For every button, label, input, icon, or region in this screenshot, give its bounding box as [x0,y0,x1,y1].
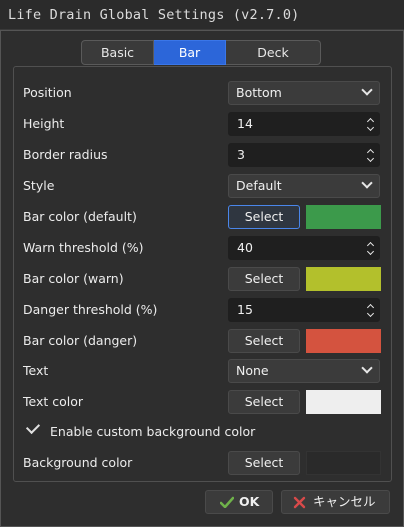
background-color-swatch [306,451,381,475]
bar-color-danger-select-button[interactable]: Select [228,329,300,353]
chevron-down-icon [361,84,373,96]
bar-color-danger-label: Bar color (danger) [23,333,138,348]
text-color-row: Text color Select [23,390,381,414]
bar-color-warn-swatch [306,267,381,291]
background-color-select-button[interactable]: Select [228,451,300,475]
style-row: Style Default [23,174,381,198]
spin-down-icon[interactable] [366,247,375,256]
border-radius-label: Border radius [23,147,108,162]
background-color-label: Background color [23,455,133,470]
window-title: Life Drain Global Settings (v2.7.0) [0,0,404,30]
bar-color-default-label: Bar color (default) [23,209,137,224]
tab-bar: Basic Bar Style Deck Defaults [81,40,321,83]
warn-threshold-value: 40 [237,240,253,255]
border-radius-row: Border radius 3 [23,143,381,167]
cancel-label: キャンセル [313,494,376,509]
height-spinbox[interactable]: 14 [228,112,380,136]
background-color-row: Background color Select [23,451,381,475]
ok-label: OK [239,494,260,509]
height-value: 14 [237,116,253,131]
border-radius-spinbox[interactable]: 3 [228,143,380,167]
text-color-select-button[interactable]: Select [228,390,300,414]
tab-basic[interactable]: Basic [81,40,154,65]
text-color-label: Text color [23,394,84,409]
close-icon [293,496,306,509]
danger-threshold-label: Danger threshold (%) [23,302,158,317]
warn-threshold-spinbox[interactable]: 40 [228,236,380,260]
text-label: Text [23,363,49,378]
bar-color-default-swatch [306,205,381,229]
style-select[interactable]: Default [228,174,380,198]
style-label: Style [23,178,55,193]
spin-down-icon[interactable] [366,154,375,163]
ok-button[interactable]: OK [205,490,273,514]
style-value: Default [236,178,282,193]
position-select[interactable]: Bottom [228,81,380,105]
ok-check-icon [220,496,234,508]
tab-deck-defaults[interactable]: Deck Defaults [226,40,321,83]
bar-color-default-select-button[interactable]: Select [228,205,300,229]
bar-color-default-row: Bar color (default) Select [23,205,381,229]
cancel-button[interactable]: キャンセル [281,490,390,514]
chevron-down-icon [361,362,373,374]
text-color-swatch [306,390,381,414]
bar-color-warn-select-button[interactable]: Select [228,267,300,291]
warn-threshold-label: Warn threshold (%) [23,240,144,255]
height-label: Height [23,116,65,131]
tab-bar-style[interactable]: Bar Style [154,40,226,83]
position-label: Position [23,85,72,100]
height-row: Height 14 [23,112,381,136]
position-value: Bottom [236,85,282,100]
spin-down-icon[interactable] [366,309,375,318]
bar-color-warn-row: Bar color (warn) Select [23,267,381,291]
danger-threshold-row: Danger threshold (%) 15 [23,298,381,322]
warn-threshold-row: Warn threshold (%) 40 [23,236,381,260]
danger-threshold-spinbox[interactable]: 15 [228,298,380,322]
bar-color-danger-row: Bar color (danger) Select [23,329,381,353]
custom-background-label: Enable custom background color [50,424,256,439]
text-select[interactable]: None [228,359,380,383]
bar-color-danger-swatch [306,329,381,353]
text-value: None [236,363,269,378]
position-row: Position Bottom [23,81,381,105]
border-radius-value: 3 [237,147,245,162]
chevron-down-icon [361,177,373,189]
text-row: Text None [23,359,381,383]
bar-color-warn-label: Bar color (warn) [23,271,124,286]
spin-down-icon[interactable] [366,123,375,132]
danger-threshold-value: 15 [237,302,253,317]
